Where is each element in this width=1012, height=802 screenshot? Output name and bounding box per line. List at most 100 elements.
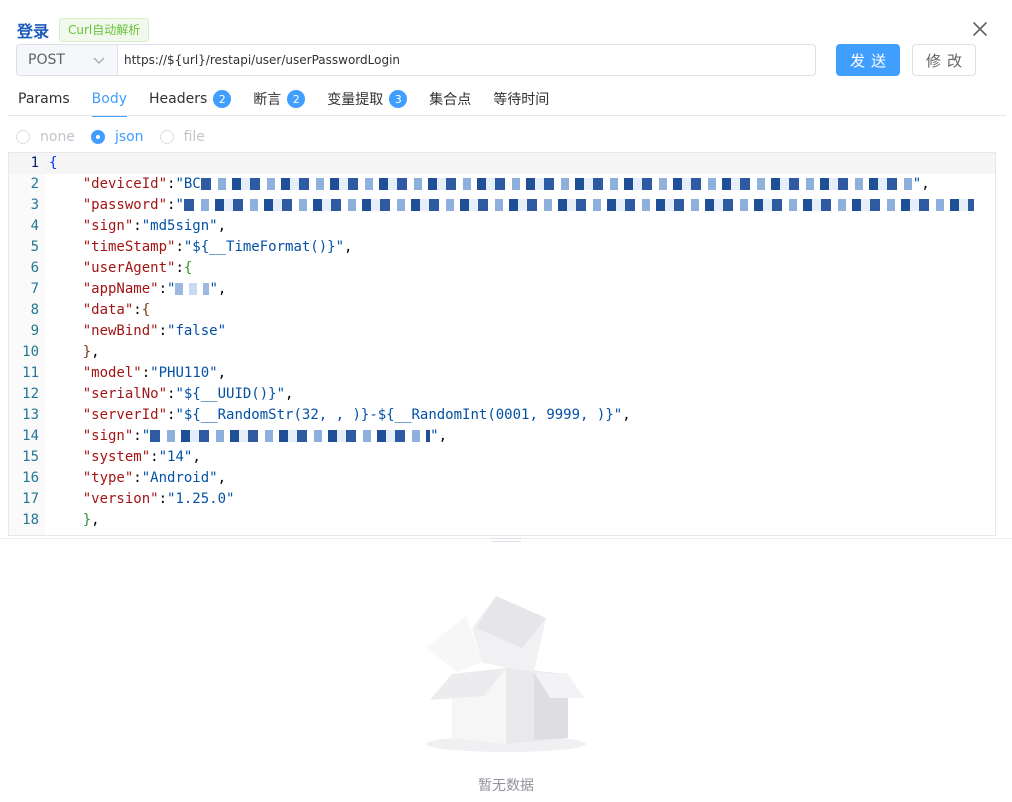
tab-label: 等待时间	[493, 92, 550, 108]
json-value: "false"	[167, 323, 227, 339]
radio-dot	[159, 130, 174, 144]
json-key: "timeStamp"	[82, 239, 176, 255]
edit-button[interactable]: 修改	[912, 44, 976, 76]
tab-label: 变量提取	[327, 92, 384, 108]
json-key: "password"	[82, 197, 168, 213]
json-value: "	[141, 428, 151, 444]
line-number: 16	[22, 470, 39, 486]
count-badge: 2	[287, 90, 306, 108]
method-value: POST	[28, 52, 65, 68]
json-key: "data"	[82, 302, 134, 318]
radio-dot	[16, 130, 30, 144]
radio-label: file	[183, 129, 205, 145]
tab-headers[interactable]: Headers 2	[149, 82, 232, 116]
json-value: "${__UUID()}"	[175, 386, 286, 402]
url-input[interactable]: https://${url}/restapi/user/userPassword…	[117, 44, 816, 76]
json-value: "${__TimeFormat()}"	[183, 239, 345, 255]
tab-assertions[interactable]: 断言 2	[253, 82, 306, 116]
line-number: 3	[30, 197, 39, 213]
tab-wait-time[interactable]: 等待时间	[493, 82, 549, 116]
send-button[interactable]: 发送	[836, 44, 900, 76]
code-line: 15 "system":"14",	[9, 447, 995, 468]
line-number: 18	[22, 512, 39, 528]
tab-label: 集合点	[429, 92, 472, 108]
count-badge: 2	[213, 90, 232, 108]
line-number: 10	[22, 344, 39, 360]
line-number: 4	[30, 218, 39, 234]
json-key: "sign"	[82, 428, 134, 444]
json-key: "serverId"	[82, 407, 168, 423]
json-value: "Android"	[141, 470, 218, 486]
radio-json[interactable]: json	[90, 129, 144, 145]
body-type-group: none json file	[16, 128, 221, 146]
json-value: "	[167, 281, 176, 297]
radio-label: json	[114, 129, 144, 145]
redacted-value	[150, 430, 431, 442]
line-number: 9	[30, 323, 39, 339]
dialog-header: 登录 Curl自动解析	[17, 17, 150, 43]
json-value: "BC	[175, 176, 201, 192]
tab-label: Body	[91, 91, 128, 107]
code-line: 8 "data":{	[9, 300, 995, 321]
json-key: "type"	[82, 470, 134, 486]
code-line: 4 "sign":"md5sign",	[9, 216, 995, 237]
code-line: 16 "type":"Android",	[9, 468, 995, 489]
curl-parse-tag[interactable]: Curl自动解析	[59, 18, 150, 42]
radio-none[interactable]: none	[16, 129, 75, 145]
json-value: "PHU110"	[150, 365, 218, 381]
line-number: 15	[22, 449, 39, 465]
resize-handle[interactable]	[491, 538, 521, 542]
close-icon[interactable]	[970, 19, 990, 39]
json-key: "appName"	[82, 281, 159, 297]
json-value: "14"	[158, 449, 193, 465]
line-number: 5	[30, 239, 39, 255]
line-number: 11	[22, 365, 39, 381]
code-line: 12 "serialNo":"${__UUID()}",	[9, 384, 995, 405]
code-line: 14 "sign":" ",	[9, 426, 995, 447]
chevron-down-icon	[93, 57, 105, 64]
request-tabs: Params Body Headers 2 断言 2 变量提取 3 集合点 等待时间	[18, 82, 571, 117]
json-value: "1.25.0"	[167, 491, 235, 507]
url-value: https://${url}/restapi/user/userPassword…	[124, 53, 401, 67]
code-line: 10 },	[9, 342, 995, 363]
code-line: 2 "deviceId":"BC ",	[9, 174, 995, 195]
tab-params[interactable]: Params	[18, 82, 70, 116]
json-key: "newBind"	[82, 323, 159, 339]
tabs-divider	[8, 115, 1006, 116]
line-number: 14	[22, 428, 39, 444]
code-line: 18 },	[9, 510, 995, 531]
line-number: 12	[22, 386, 39, 402]
json-key: "model"	[82, 365, 142, 381]
line-number: 17	[22, 491, 39, 507]
radio-label: none	[40, 129, 75, 145]
json-key: "userAgent"	[82, 260, 176, 276]
radio-file[interactable]: file	[159, 129, 205, 145]
tab-label: Headers	[149, 91, 208, 107]
code-line: 6 "userAgent":{	[9, 258, 995, 279]
tab-rendezvous[interactable]: 集合点	[429, 82, 471, 116]
code-line: 11 "model":"PHU110",	[9, 363, 995, 384]
line-number: 13	[22, 407, 39, 423]
line-number: 2	[30, 176, 39, 192]
tab-label: 断言	[253, 92, 282, 108]
tab-variable-extract[interactable]: 变量提取 3	[327, 82, 408, 116]
redacted-value	[200, 178, 913, 190]
json-key: "sign"	[82, 218, 134, 234]
redacted-value	[183, 199, 974, 211]
code-line: 13 "serverId":"${__RandomStr(32, , )}-${…	[9, 405, 995, 426]
code-line: 17 "version":"1.25.0"	[9, 489, 995, 510]
tab-label: Params	[18, 91, 70, 107]
count-badge: 3	[389, 90, 408, 108]
page-title: 登录	[17, 22, 50, 41]
code-line: 9 "newBind":"false"	[9, 321, 995, 342]
line-number: 1	[30, 155, 39, 171]
json-editor[interactable]: 1{ 2 "deviceId":"BC ", 3 "password":" 4 "…	[8, 152, 996, 536]
tab-body[interactable]: Body	[91, 82, 128, 117]
method-select[interactable]: POST	[16, 44, 117, 76]
radio-dot	[90, 130, 105, 144]
line-number: 8	[30, 302, 39, 318]
json-value: "	[175, 197, 184, 213]
code-line: 3 "password":"	[9, 195, 995, 216]
line-number: 6	[30, 260, 39, 276]
json-value: "${__RandomStr(32, , )}-${__RandomInt(00…	[175, 407, 623, 423]
